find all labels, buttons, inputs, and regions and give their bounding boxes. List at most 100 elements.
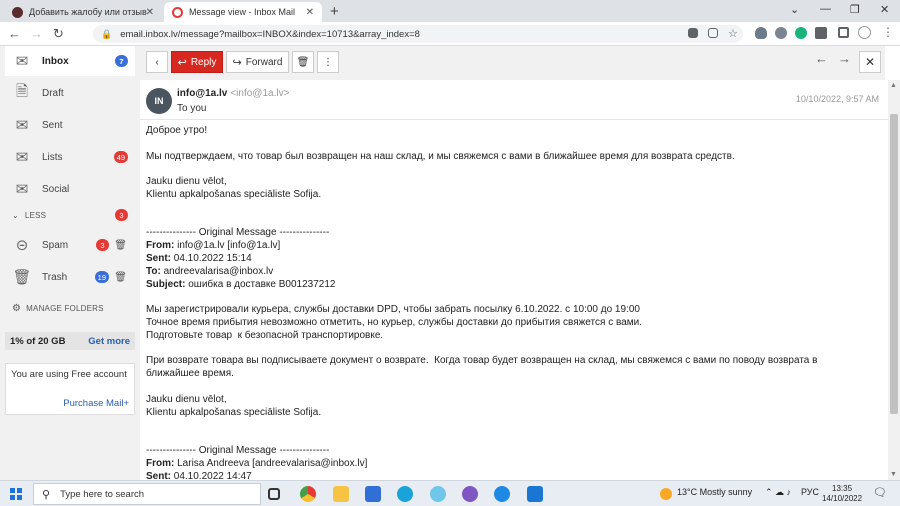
unread-count-badge: 49 xyxy=(113,151,128,163)
body-line: ближайшее время. xyxy=(146,368,234,380)
scroll-up-icon[interactable]: ▲ xyxy=(890,82,897,89)
close-window-button[interactable]: ✕ xyxy=(880,3,889,16)
back-to-list-button[interactable]: ‹ xyxy=(146,51,168,73)
extensions-puzzle-icon[interactable] xyxy=(815,27,827,39)
message-body: Доброе утро! Мы подтверждаем, что товар … xyxy=(146,125,876,480)
quoted-from-row: From: info@1a.lv [info@1a.lv] xyxy=(146,240,876,253)
share-icon[interactable] xyxy=(708,28,718,38)
back-icon[interactable]: ← xyxy=(8,26,21,41)
sidebar-item-label: Sent xyxy=(42,119,63,131)
tab-message-view[interactable]: Message view - Inbox Mail ✕ xyxy=(164,2,322,22)
quoted-to-value: andreevalarisa@inbox.lv xyxy=(160,265,274,277)
grammarly-extension-icon[interactable] xyxy=(795,27,807,39)
forward-label: Forward xyxy=(245,56,283,68)
profile-avatar-icon[interactable] xyxy=(858,26,871,39)
viber-taskbar-icon[interactable] xyxy=(462,486,478,502)
windows-start-icon[interactable] xyxy=(10,488,22,500)
storage-used: 1% of 20 GB xyxy=(10,335,66,347)
sidebar-item-draft[interactable]: 🗎 Draft xyxy=(5,78,135,108)
store-taskbar-icon[interactable] xyxy=(365,486,381,502)
app-taskbar-icon[interactable] xyxy=(430,486,446,502)
purchase-mail-link[interactable]: Purchase Mail+ xyxy=(63,398,129,409)
language-indicator[interactable]: РУС xyxy=(801,487,819,497)
sidebar-item-label: Spam xyxy=(42,239,69,251)
quoted2-sent-label: Sent: xyxy=(146,470,171,480)
message-scrollbar[interactable]: ▲ ▼ xyxy=(888,80,900,480)
less-toggle[interactable]: ⌄ LESS 3 xyxy=(5,207,135,223)
taskbar-search-box[interactable]: ⚲ Type here to search xyxy=(33,483,261,505)
file-explorer-taskbar-icon[interactable] xyxy=(333,486,349,502)
taskbar-clock[interactable]: 13:35 14/10/2022 xyxy=(822,484,862,504)
shield-extension-icon[interactable] xyxy=(755,27,767,39)
sidebar-item-social[interactable]: ✉ Social xyxy=(5,174,135,204)
side-panel-icon[interactable] xyxy=(838,27,849,38)
message-view: IN info@1a.lv <info@1a.lv> To you 10/10/2… xyxy=(140,80,888,480)
scroll-thumb[interactable] xyxy=(890,114,898,414)
quoted-subject-label: Subject: xyxy=(146,278,186,290)
task-view-icon[interactable] xyxy=(268,488,280,500)
get-more-link[interactable]: Get more xyxy=(88,336,130,347)
body-line: Доброе утро! xyxy=(146,125,208,136)
tab-title: Message view - Inbox Mail xyxy=(189,7,296,17)
sender[interactable]: info@1a.lv <info@1a.lv> xyxy=(177,88,289,99)
tab-close-icon[interactable]: ✕ xyxy=(306,7,314,18)
empty-spam-icon[interactable]: 🗑 xyxy=(114,240,127,251)
next-message-icon[interactable]: → xyxy=(838,51,851,66)
tab-title: Добавить жалобу или отзыв xyxy=(29,7,147,17)
edge-taskbar-icon[interactable] xyxy=(397,486,413,502)
body-line: Мы подтверждаем, что товар был возвращен… xyxy=(146,150,735,162)
translate-icon[interactable] xyxy=(688,28,698,38)
inbox-favicon-icon xyxy=(172,6,183,18)
reply-button[interactable]: ↩ Reply xyxy=(171,51,223,73)
body-line xyxy=(146,291,876,304)
minimize-button[interactable]: — xyxy=(820,3,831,15)
unread-count-badge: 7 xyxy=(115,55,128,67)
body-line: Jauku dienu vēlot, xyxy=(146,176,227,188)
chrome-taskbar-icon[interactable] xyxy=(300,486,316,502)
body-line xyxy=(146,163,876,176)
sidebar-item-lists[interactable]: ✉ Lists 49 xyxy=(5,142,135,172)
clock-time: 13:35 xyxy=(832,484,853,493)
sidebar-item-sent[interactable]: ✉ Sent xyxy=(5,110,135,140)
tab-close-icon[interactable]: ✕ xyxy=(146,7,154,18)
manage-folders-link[interactable]: ⚙ MANAGE FOLDERS xyxy=(5,300,135,316)
tab-search-icon[interactable]: ⌄ xyxy=(790,3,799,16)
quoted-sent-value: 04.10.2022 15:14 xyxy=(171,252,252,264)
mail-taskbar-icon[interactable] xyxy=(527,486,543,502)
tab-complaint[interactable]: Добавить жалобу или отзыв ✕ xyxy=(4,2,162,22)
body-line xyxy=(146,419,876,432)
delete-button[interactable]: 🗑 xyxy=(292,51,314,73)
gear-icon: ⚙ xyxy=(12,302,22,314)
notifications-icon[interactable]: 🗨 xyxy=(873,486,887,499)
maximize-button[interactable]: ❐ xyxy=(850,3,860,16)
url-field[interactable]: 🔒 email.inbox.lv/message?mailbox=INBOX&i… xyxy=(93,25,743,43)
body-line: --------------- Original Message -------… xyxy=(146,227,330,239)
scroll-down-icon[interactable]: ▼ xyxy=(890,471,897,478)
skype-taskbar-icon[interactable] xyxy=(494,486,510,502)
sidebar-item-spam[interactable]: ⊝ Spam 3 🗑 xyxy=(5,230,135,260)
taskbar-search-placeholder: Type here to search xyxy=(60,488,145,500)
body-line xyxy=(146,202,876,215)
empty-trash-icon[interactable]: 🗑 xyxy=(114,272,127,283)
previous-message-icon[interactable]: ← xyxy=(815,51,828,66)
new-tab-button[interactable]: + xyxy=(330,3,339,20)
manage-folders-label: MANAGE FOLDERS xyxy=(26,303,104,313)
bookmark-star-icon[interactable]: ☆ xyxy=(728,27,738,40)
sidebar-item-trash[interactable]: 🗑 Trash 19 🗑 xyxy=(5,262,135,292)
sidebar-item-inbox[interactable]: ✉ Inbox 7 xyxy=(5,46,135,76)
spam-count-badge: 3 xyxy=(96,239,109,251)
forward-icon[interactable]: → xyxy=(30,26,43,41)
weather-text[interactable]: 13°C Mostly sunny xyxy=(677,487,752,497)
reload-icon[interactable]: ↻ xyxy=(53,26,64,42)
clock-date: 14/10/2022 xyxy=(822,494,863,503)
trash-count-badge: 19 xyxy=(94,271,109,283)
more-vertical-icon: ⋮ xyxy=(323,56,333,68)
browser-menu-icon[interactable]: ⋮ xyxy=(882,25,894,39)
skype-extension-icon[interactable] xyxy=(775,27,787,39)
forward-button[interactable]: ↪ Forward xyxy=(226,51,289,73)
free-account-text: You are using Free account xyxy=(11,369,127,380)
envelope-icon: ✉ xyxy=(15,53,29,70)
system-tray-icons[interactable]: ⌃ ☁ ♪ xyxy=(765,487,791,498)
close-message-button[interactable]: ✕ xyxy=(859,51,881,73)
more-options-button[interactable]: ⋮ xyxy=(317,51,339,73)
